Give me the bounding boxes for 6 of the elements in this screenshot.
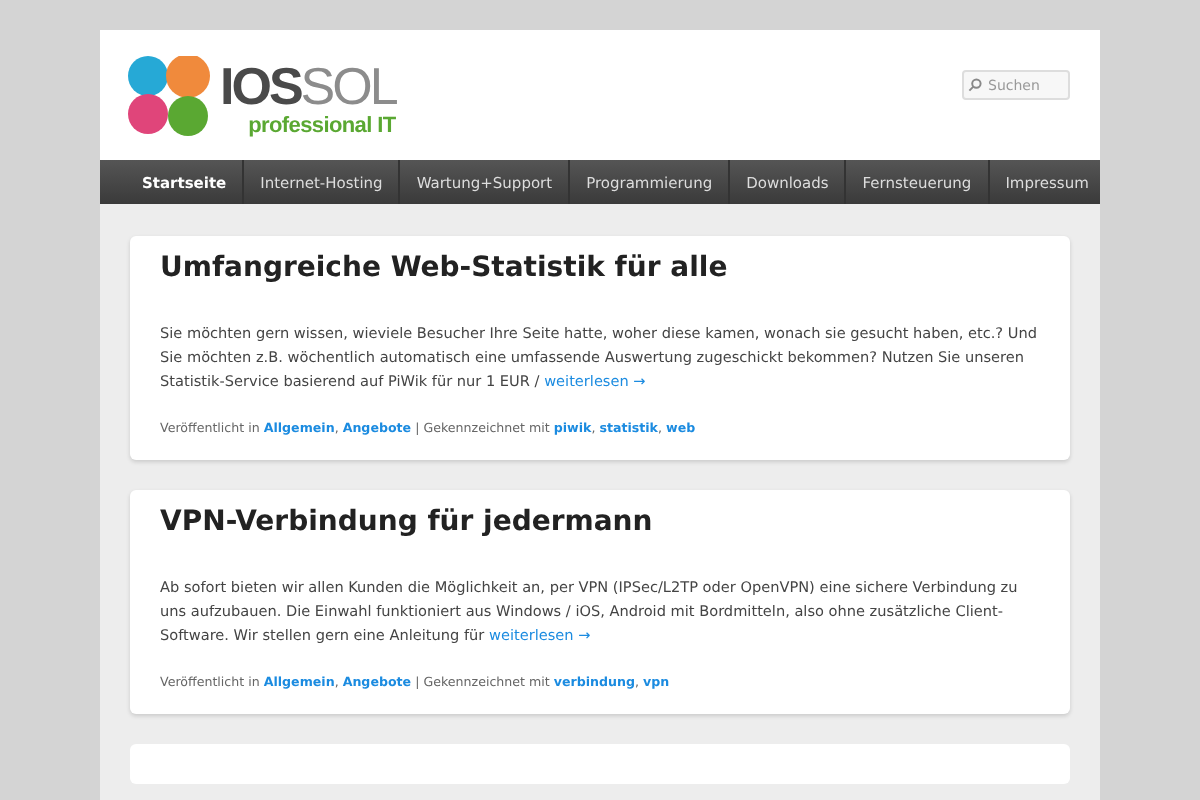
post-title[interactable]: Umfangreiche Web-Statistik für alle (160, 252, 1040, 284)
logo-icon (126, 56, 214, 136)
post-title[interactable]: VPN-Verbindung für jedermann (160, 506, 1040, 538)
logo-wordmark: IOSSOL (220, 58, 396, 114)
search-icon (968, 78, 982, 92)
logo-tagline: professional IT (248, 114, 396, 138)
